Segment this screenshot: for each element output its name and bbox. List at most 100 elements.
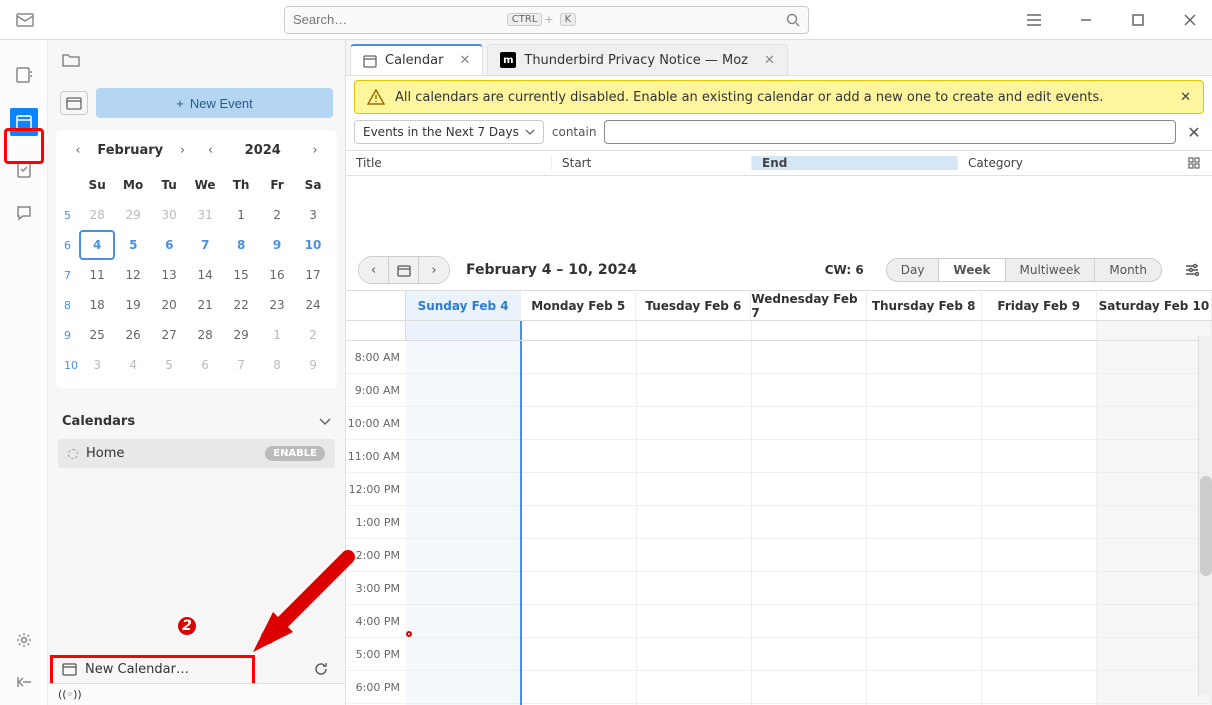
mini-day[interactable]: 6 — [151, 230, 187, 260]
column-start[interactable]: Start — [552, 156, 752, 170]
column-end[interactable]: End — [752, 156, 958, 170]
mini-today-icon[interactable] — [60, 91, 88, 115]
calendars-header[interactable]: Calendars — [58, 408, 335, 435]
mini-week-num[interactable]: 5 — [62, 200, 79, 230]
day-header[interactable]: Thursday Feb 8 — [867, 291, 982, 320]
maximize-button[interactable] — [1124, 6, 1152, 34]
prev-year-button[interactable]: ‹ — [199, 138, 223, 162]
day-column[interactable] — [752, 341, 867, 705]
mini-day[interactable]: 7 — [187, 230, 223, 260]
mini-week-num[interactable]: 8 — [62, 290, 79, 320]
mini-week-num[interactable]: 10 — [62, 350, 79, 380]
mini-day[interactable]: 21 — [187, 290, 223, 320]
mini-day[interactable]: 5 — [151, 350, 187, 380]
app-menu-icon[interactable] — [1020, 6, 1048, 34]
tasks-icon[interactable] — [13, 158, 35, 180]
folder-icon[interactable] — [60, 49, 82, 71]
mini-day[interactable]: 30 — [151, 200, 187, 230]
next-week-button[interactable]: › — [419, 257, 449, 283]
mini-day[interactable]: 2 — [259, 200, 295, 230]
search-icon[interactable] — [786, 13, 800, 27]
mini-day[interactable]: 9 — [259, 230, 295, 260]
day-header[interactable]: Tuesday Feb 6 — [636, 291, 751, 320]
mini-day[interactable]: 3 — [79, 350, 115, 380]
day-header[interactable]: Saturday Feb 10 — [1097, 291, 1212, 320]
next-year-button[interactable]: › — [303, 138, 327, 162]
mini-day[interactable]: 1 — [223, 200, 259, 230]
mini-day[interactable]: 25 — [79, 320, 115, 350]
search-box[interactable]: CTRL + K — [284, 6, 809, 34]
chat-icon[interactable] — [13, 202, 35, 224]
mini-year-label[interactable]: 2024 — [227, 143, 300, 158]
mini-day[interactable]: 31 — [187, 200, 223, 230]
mini-day[interactable]: 28 — [79, 200, 115, 230]
mini-day[interactable]: 9 — [295, 350, 331, 380]
mini-week-num[interactable]: 7 — [62, 260, 79, 290]
close-icon[interactable]: ✕ — [459, 53, 470, 68]
view-week[interactable]: Week — [939, 259, 1005, 281]
filter-text-input[interactable] — [604, 120, 1176, 144]
vertical-scrollbar[interactable] — [1198, 336, 1212, 695]
mini-day[interactable]: 26 — [115, 320, 151, 350]
mini-day[interactable]: 19 — [115, 290, 151, 320]
enable-badge[interactable]: ENABLE — [265, 446, 325, 461]
mini-day[interactable]: 14 — [187, 260, 223, 290]
mini-day[interactable]: 5 — [115, 230, 151, 260]
mini-day[interactable]: 10 — [295, 230, 331, 260]
next-month-button[interactable]: › — [171, 138, 195, 162]
view-month[interactable]: Month — [1095, 259, 1161, 281]
prev-month-button[interactable]: ‹ — [66, 138, 90, 162]
mini-day[interactable]: 8 — [223, 230, 259, 260]
day-header[interactable]: Friday Feb 9 — [982, 291, 1097, 320]
mini-day[interactable]: 13 — [151, 260, 187, 290]
day-header[interactable]: Wednesday Feb 7 — [751, 291, 866, 320]
column-title[interactable]: Title — [346, 156, 552, 170]
search-input[interactable] — [293, 12, 503, 27]
day-column[interactable] — [1097, 341, 1212, 705]
column-category[interactable]: Category — [958, 156, 1188, 170]
mini-day[interactable]: 23 — [259, 290, 295, 320]
mini-day[interactable]: 7 — [223, 350, 259, 380]
close-icon[interactable]: ✕ — [1180, 90, 1191, 105]
mini-day[interactable]: 4 — [79, 230, 115, 260]
calendar-item-home[interactable]: Home ENABLE — [58, 439, 335, 468]
mini-day[interactable]: 16 — [259, 260, 295, 290]
mini-day[interactable]: 20 — [151, 290, 187, 320]
view-multiweek[interactable]: Multiweek — [1006, 259, 1096, 281]
mini-week-num[interactable]: 9 — [62, 320, 79, 350]
day-header[interactable]: Monday Feb 5 — [521, 291, 636, 320]
refresh-icon[interactable] — [313, 661, 329, 677]
mini-day[interactable]: 27 — [151, 320, 187, 350]
mini-day[interactable]: 28 — [187, 320, 223, 350]
column-options-icon[interactable] — [1188, 157, 1212, 169]
day-header[interactable]: Sunday Feb 4 — [406, 291, 521, 320]
day-column[interactable] — [637, 341, 752, 705]
mini-day[interactable]: 11 — [79, 260, 115, 290]
mini-day[interactable]: 3 — [295, 200, 331, 230]
close-icon[interactable]: ✕ — [764, 53, 775, 68]
addressbook-icon[interactable] — [13, 64, 35, 86]
mini-day[interactable]: 18 — [79, 290, 115, 320]
clear-icon[interactable]: ✕ — [1184, 123, 1204, 142]
mini-day[interactable]: 24 — [295, 290, 331, 320]
mini-day[interactable]: 2 — [295, 320, 331, 350]
view-settings-icon[interactable] — [1184, 262, 1200, 278]
calendar-space-icon[interactable] — [10, 108, 38, 136]
mini-day[interactable]: 6 — [187, 350, 223, 380]
mini-day[interactable]: 8 — [259, 350, 295, 380]
close-button[interactable] — [1176, 6, 1204, 34]
mini-day[interactable]: 17 — [295, 260, 331, 290]
tab-privacy-notice[interactable]: m Thunderbird Privacy Notice — Moz ✕ — [487, 44, 788, 75]
mini-day[interactable]: 15 — [223, 260, 259, 290]
mini-day[interactable]: 29 — [115, 200, 151, 230]
mini-day[interactable]: 1 — [259, 320, 295, 350]
day-column[interactable] — [522, 341, 637, 705]
filter-range-dropdown[interactable]: Events in the Next 7 Days — [354, 120, 544, 144]
mini-month-label[interactable]: February — [94, 143, 167, 158]
mini-week-num[interactable]: 6 — [62, 230, 79, 260]
mini-day[interactable]: 4 — [115, 350, 151, 380]
day-column[interactable] — [867, 341, 982, 705]
today-button[interactable] — [389, 257, 419, 283]
view-day[interactable]: Day — [887, 259, 940, 281]
mini-day[interactable]: 22 — [223, 290, 259, 320]
